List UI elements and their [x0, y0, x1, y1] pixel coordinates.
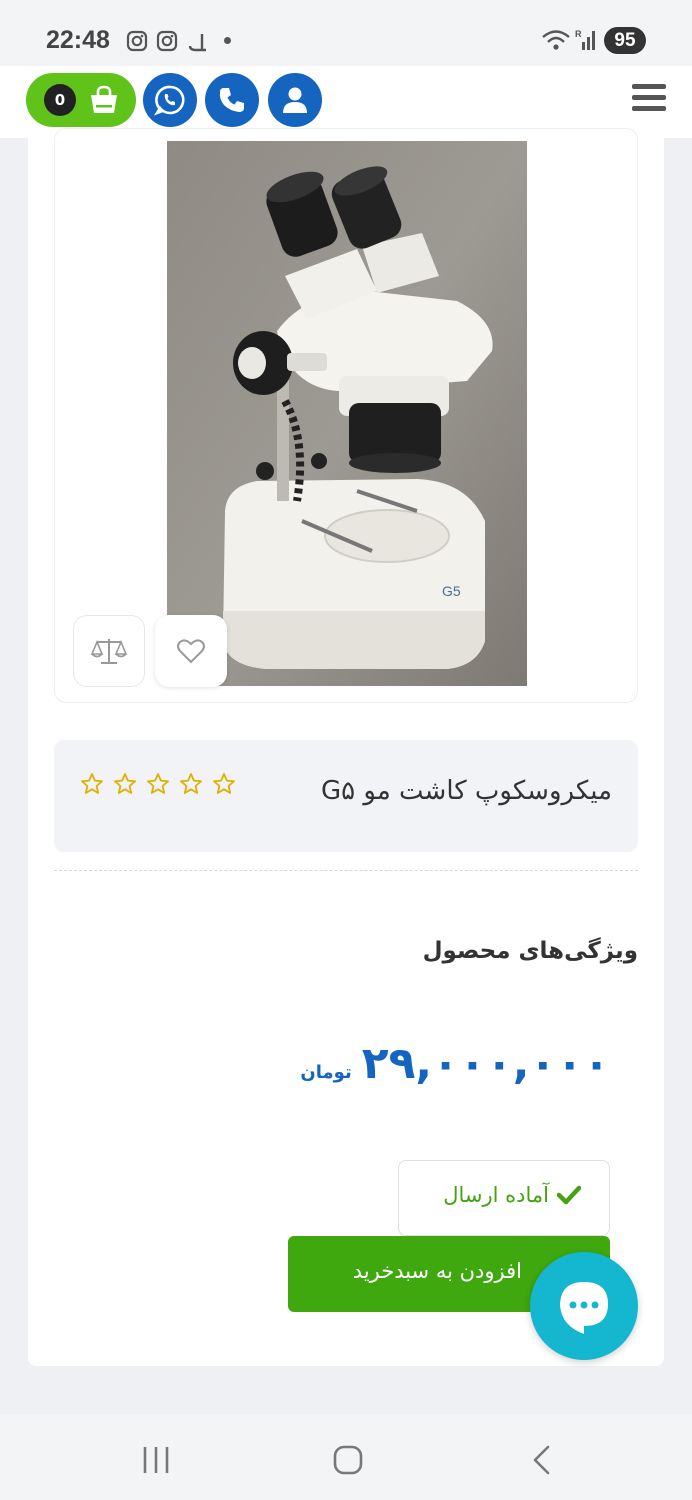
- menu-icon-line: [632, 95, 666, 100]
- account-button[interactable]: [268, 73, 322, 127]
- add-to-cart-label: افزودن به سبدخرید: [352, 1259, 522, 1283]
- product-title-box: میکروسکوپ کاشت مو G۵: [54, 740, 638, 852]
- status-time: 22:48: [46, 26, 110, 54]
- scale-icon: [91, 639, 127, 664]
- rating-stars[interactable]: [80, 772, 236, 796]
- price-currency: تومان: [300, 1062, 352, 1083]
- availability-badge: آماده ارسال: [398, 1160, 610, 1236]
- phone-button[interactable]: [205, 73, 259, 127]
- cart-button[interactable]: 0: [26, 73, 136, 127]
- menu-icon-line: [632, 106, 666, 111]
- price-value: ۲۹,۰۰۰,۰۰۰: [361, 1038, 610, 1089]
- battery-indicator: 95: [604, 27, 646, 54]
- shopping-bag-icon: [91, 85, 117, 113]
- user-icon: [283, 87, 307, 113]
- star-icon: [180, 773, 202, 794]
- star-icon: [147, 773, 169, 794]
- back-icon[interactable]: [528, 1444, 556, 1476]
- svg-text:R: R: [575, 29, 582, 39]
- image-model-label: G5: [442, 583, 461, 599]
- product-image-box: G5: [54, 128, 638, 703]
- cart-count-badge: 0: [44, 84, 76, 116]
- app-icon: [188, 34, 206, 52]
- heart-icon: [177, 639, 205, 664]
- star-icon: [213, 773, 235, 794]
- notification-dot: [224, 37, 231, 44]
- system-nav-bar: [0, 1414, 692, 1500]
- recent-apps-icon[interactable]: [140, 1444, 172, 1476]
- product-title: میکروسکوپ کاشت مو G۵: [321, 776, 612, 806]
- instagram-icon: [156, 30, 178, 52]
- features-heading: ویژگی‌های محصول: [422, 938, 638, 964]
- home-icon[interactable]: [332, 1444, 364, 1476]
- compare-button[interactable]: [73, 615, 145, 687]
- check-icon: [557, 1185, 581, 1205]
- signal-icon: R: [575, 29, 595, 50]
- whatsapp-icon: [154, 85, 185, 116]
- product-card: G5: [28, 128, 664, 1366]
- price: ۲۹,۰۰۰,۰۰۰ تومان: [300, 1038, 610, 1089]
- menu-button[interactable]: [632, 84, 666, 114]
- status-bar: 22:48 R 95: [0, 0, 692, 66]
- chat-button[interactable]: [530, 1252, 638, 1360]
- whatsapp-button[interactable]: [143, 73, 197, 127]
- instagram-icon: [126, 30, 148, 52]
- wifi-icon: [542, 30, 570, 50]
- phone-icon: [219, 88, 244, 112]
- favorite-button[interactable]: [155, 615, 227, 687]
- availability-text: آماده ارسال: [443, 1183, 549, 1207]
- star-icon: [81, 773, 103, 794]
- product-image[interactable]: G5: [167, 141, 527, 686]
- star-icon: [114, 773, 136, 794]
- menu-icon: [632, 84, 666, 89]
- chat-bubble-icon: [560, 1282, 608, 1334]
- divider: [54, 870, 638, 871]
